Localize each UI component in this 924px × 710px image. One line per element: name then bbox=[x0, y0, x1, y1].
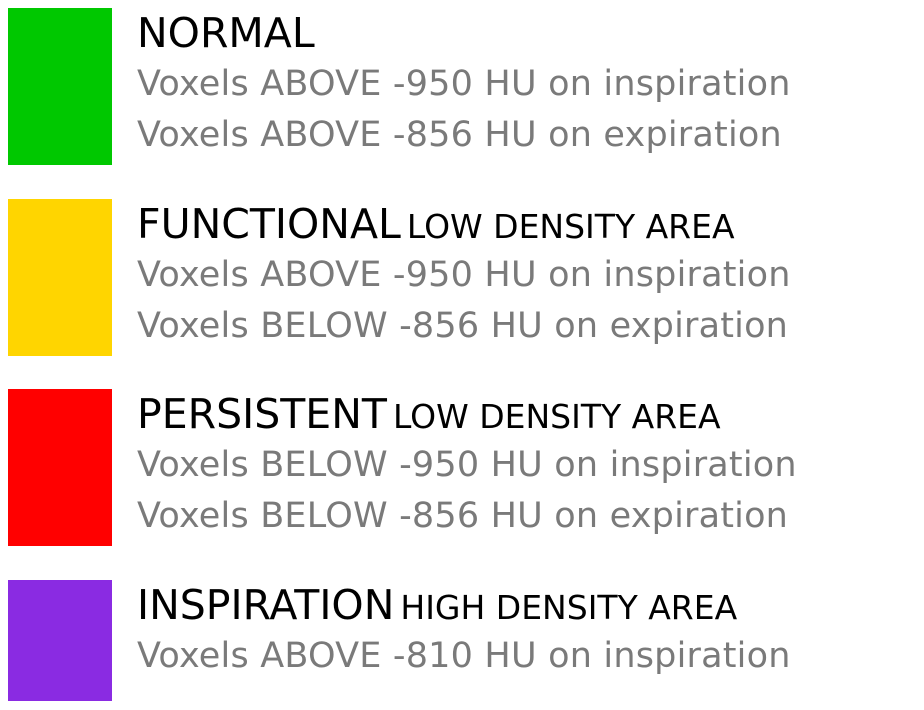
functional-text-block: FUNCTIONAL LOW DENSITY AREA Voxels ABOVE … bbox=[137, 199, 791, 352]
normal-inspiration-rule: Voxels ABOVE -950 HU on inspiration bbox=[137, 64, 791, 104]
functional-title: FUNCTIONAL bbox=[137, 200, 401, 248]
functional-subtitle: LOW DENSITY AREA bbox=[406, 207, 735, 246]
normal-expiration-rule: Voxels ABOVE -856 HU on expiration bbox=[137, 115, 782, 155]
functional-inspiration-rule: Voxels ABOVE -950 HU on inspiration bbox=[137, 255, 791, 295]
inspiration-inspiration-rule: Voxels ABOVE -810 HU on inspiration bbox=[137, 636, 791, 676]
normal-title: NORMAL bbox=[137, 9, 315, 57]
inspiration-title-line: INSPIRATION HIGH DENSITY AREA bbox=[137, 580, 791, 631]
persistent-inspiration-rule: Voxels BELOW -950 HU on inspiration bbox=[137, 445, 797, 485]
normal-text-block: NORMAL Voxels ABOVE -950 HU on inspirati… bbox=[137, 8, 791, 161]
persistent-expiration-rule: Voxels BELOW -856 HU on expiration bbox=[137, 496, 789, 536]
functional-color-swatch bbox=[8, 199, 112, 356]
normal-color-swatch bbox=[8, 8, 112, 165]
persistent-title-line: PERSISTENT LOW DENSITY AREA bbox=[137, 389, 797, 440]
functional-title-line: FUNCTIONAL LOW DENSITY AREA bbox=[137, 199, 791, 250]
inspiration-title: INSPIRATION bbox=[137, 581, 395, 629]
inspiration-subtitle: HIGH DENSITY AREA bbox=[400, 588, 738, 627]
normal-title-line: NORMAL bbox=[137, 8, 791, 59]
persistent-color-swatch bbox=[8, 389, 112, 546]
persistent-text-block: PERSISTENT LOW DENSITY AREA Voxels BELOW … bbox=[137, 389, 797, 542]
functional-expiration-rule: Voxels BELOW -856 HU on expiration bbox=[137, 306, 789, 346]
inspiration-color-swatch bbox=[8, 580, 112, 701]
persistent-title: PERSISTENT bbox=[137, 390, 387, 438]
persistent-subtitle: LOW DENSITY AREA bbox=[392, 397, 721, 436]
inspiration-text-block: INSPIRATION HIGH DENSITY AREA Voxels ABOV… bbox=[137, 580, 791, 682]
